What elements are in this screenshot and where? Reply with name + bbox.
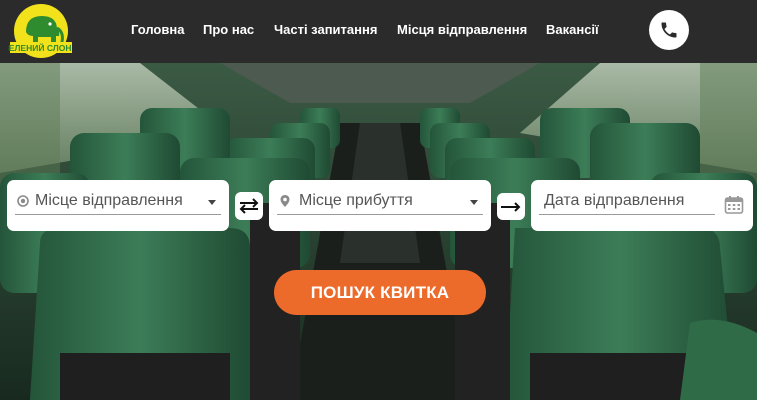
elephant-logo-icon: ЗЕЛЕНИЙ СЛОН 7: [3, 4, 79, 58]
date-placeholder: Дата відправлення: [544, 192, 685, 209]
swap-arrows-icon: [239, 198, 259, 214]
swap-button[interactable]: [235, 192, 263, 220]
logo[interactable]: ЗЕЛЕНИЙ СЛОН 7: [3, 2, 79, 60]
nav-departure-places[interactable]: Місця відправлення: [397, 22, 527, 37]
arrival-placeholder: Місце прибуття: [299, 192, 413, 209]
nav-faq[interactable]: Часті запитання: [274, 22, 377, 37]
phone-icon: [661, 22, 677, 38]
top-navigation-bar: ЗЕЛЕНИЙ СЛОН 7 Головна Про нас Часті зап…: [0, 0, 757, 63]
date-field[interactable]: Дата відправлення: [531, 180, 753, 231]
hero-bus-interior: [0, 63, 757, 400]
search-ticket-button[interactable]: ПОШУК КВИТКА: [274, 270, 486, 315]
departure-field-inner: Місце відправлення: [15, 188, 221, 215]
departure-field[interactable]: Місце відправлення: [7, 180, 229, 231]
logo-text: ЗЕЛЕНИЙ СЛОН 7: [8, 42, 74, 53]
nav-home[interactable]: Головна: [131, 22, 184, 37]
date-field-inner: Дата відправлення: [539, 188, 715, 215]
arrow-indicator: [497, 193, 525, 220]
phone-button[interactable]: [649, 10, 689, 50]
nav-about[interactable]: Про нас: [203, 22, 254, 37]
bus-interior-image: [0, 63, 757, 400]
arrival-field[interactable]: Місце прибуття: [269, 180, 491, 231]
calendar-icon[interactable]: [724, 195, 744, 215]
nav-vacancies[interactable]: Вакансії: [546, 22, 599, 37]
departure-placeholder: Місце відправлення: [35, 192, 183, 209]
arrow-right-icon: [501, 201, 521, 212]
location-dot-icon: [17, 195, 29, 207]
chevron-down-icon[interactable]: [470, 200, 478, 205]
location-pin-icon: [280, 195, 290, 207]
arrival-field-inner: Місце прибуття: [277, 188, 483, 215]
chevron-down-icon[interactable]: [208, 200, 216, 205]
